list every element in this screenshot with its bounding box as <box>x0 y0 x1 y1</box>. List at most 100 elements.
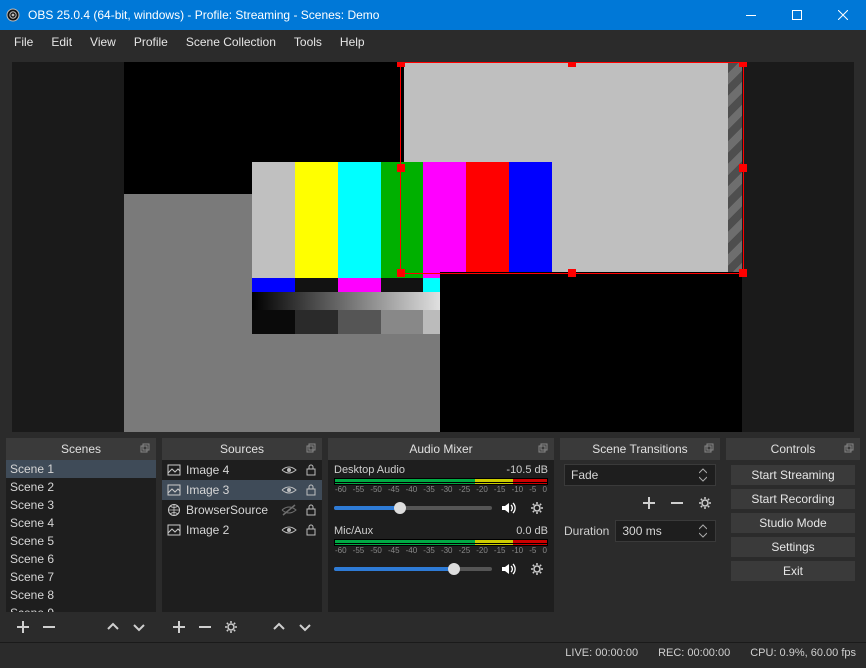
browser-source-icon <box>166 502 182 518</box>
scenes-panel-title: Scenes <box>61 442 101 456</box>
app-icon <box>0 7 26 23</box>
mixer-meter <box>334 478 548 485</box>
preview-canvas[interactable] <box>12 62 854 432</box>
scene-item[interactable]: Scene 8 <box>6 586 156 604</box>
window-close-button[interactable] <box>820 0 866 30</box>
lock-toggle[interactable] <box>302 482 320 498</box>
mixer-channel: Desktop Audio -10.5 dB -60-55-50-45-40-3… <box>328 460 554 521</box>
volume-slider[interactable] <box>334 506 492 510</box>
lock-toggle[interactable] <box>302 502 320 518</box>
menu-scene-collection[interactable]: Scene Collection <box>178 32 284 52</box>
channel-settings-button[interactable] <box>526 558 548 580</box>
lock-toggle[interactable] <box>302 522 320 538</box>
mute-button[interactable] <box>498 558 520 580</box>
scenes-list[interactable]: Scene 1 Scene 2 Scene 3 Scene 4 Scene 5 … <box>6 460 156 612</box>
window-minimize-button[interactable] <box>728 0 774 30</box>
scene-item[interactable]: Scene 7 <box>6 568 156 586</box>
scene-item[interactable]: Scene 2 <box>6 478 156 496</box>
channel-settings-button[interactable] <box>526 497 548 519</box>
move-source-up-button[interactable] <box>268 616 290 638</box>
mixer-channel-name: Desktop Audio <box>334 464 506 476</box>
scene-item[interactable]: Scene 3 <box>6 496 156 514</box>
move-scene-down-button[interactable] <box>128 616 150 638</box>
transitions-panel-title: Scene Transitions <box>592 442 687 456</box>
mixer-meter <box>334 539 548 546</box>
visibility-toggle[interactable] <box>280 502 298 518</box>
menu-edit[interactable]: Edit <box>43 32 80 52</box>
mixer-ticks: -60-55-50-45-40-35-30-25-20-15-10-50 <box>334 546 548 556</box>
image-source-icon <box>166 462 182 478</box>
menu-file[interactable]: File <box>6 32 41 52</box>
source-item[interactable]: Image 3 <box>162 480 322 500</box>
mixer-channel-db: 0.0 dB <box>516 525 548 537</box>
transition-selected: Fade <box>571 468 598 482</box>
scenes-panel-header: Scenes <box>6 438 156 460</box>
start-recording-button[interactable]: Start Recording <box>730 488 856 510</box>
move-scene-up-button[interactable] <box>102 616 124 638</box>
add-transition-button[interactable] <box>638 492 660 514</box>
chevron-down-icon[interactable] <box>697 475 709 483</box>
lock-toggle[interactable] <box>302 462 320 478</box>
studio-mode-button[interactable]: Studio Mode <box>730 512 856 534</box>
controls-panel: Controls Start Streaming Start Recording… <box>726 438 860 642</box>
window-maximize-button[interactable] <box>774 0 820 30</box>
popout-icon[interactable] <box>536 441 550 455</box>
popout-icon[interactable] <box>138 441 152 455</box>
chevron-up-icon[interactable] <box>697 523 709 531</box>
remove-source-button[interactable] <box>194 616 216 638</box>
status-cpu: CPU: 0.9%, 60.00 fps <box>750 647 856 659</box>
transitions-body: Fade Duration 300 ms <box>560 460 720 642</box>
controls-panel-title: Controls <box>771 442 816 456</box>
mixer-channel-db: -10.5 dB <box>506 464 548 476</box>
source-item[interactable]: BrowserSource <box>162 500 322 520</box>
transitions-panel: Scene Transitions Fade Duration 300 ms <box>560 438 720 642</box>
window-titlebar: OBS 25.0.4 (64-bit, windows) - Profile: … <box>0 0 866 30</box>
window-title: OBS 25.0.4 (64-bit, windows) - Profile: … <box>26 8 728 22</box>
move-source-down-button[interactable] <box>294 616 316 638</box>
statusbar: LIVE: 00:00:00 REC: 00:00:00 CPU: 0.9%, … <box>0 642 866 662</box>
scene-item[interactable]: Scene 5 <box>6 532 156 550</box>
status-rec: REC: 00:00:00 <box>658 647 730 659</box>
remove-transition-button[interactable] <box>666 492 688 514</box>
settings-button[interactable]: Settings <box>730 536 856 558</box>
sources-list[interactable]: Image 4 Image 3 BrowserSource Image 2 <box>162 460 322 612</box>
sources-panel-title: Sources <box>220 442 264 456</box>
remove-scene-button[interactable] <box>38 616 60 638</box>
menu-profile[interactable]: Profile <box>126 32 176 52</box>
chevron-down-icon[interactable] <box>697 531 709 539</box>
selection-outline[interactable] <box>400 62 744 274</box>
controls-panel-header: Controls <box>726 438 860 460</box>
visibility-toggle[interactable] <box>280 522 298 538</box>
visibility-toggle[interactable] <box>280 462 298 478</box>
chevron-up-icon[interactable] <box>697 467 709 475</box>
mute-button[interactable] <box>498 497 520 519</box>
transition-select[interactable]: Fade <box>564 464 716 486</box>
scene-item[interactable]: Scene 9 <box>6 604 156 612</box>
sources-panel: Sources Image 4 Image 3 BrowserSource <box>162 438 322 642</box>
source-item[interactable]: Image 2 <box>162 520 322 540</box>
popout-icon[interactable] <box>304 441 318 455</box>
menu-tools[interactable]: Tools <box>286 32 330 52</box>
menu-help[interactable]: Help <box>332 32 373 52</box>
volume-slider[interactable] <box>334 567 492 571</box>
menu-view[interactable]: View <box>82 32 124 52</box>
mixer-ticks: -60-55-50-45-40-35-30-25-20-15-10-50 <box>334 485 548 495</box>
popout-icon[interactable] <box>702 441 716 455</box>
duration-label: Duration <box>564 524 609 538</box>
source-item[interactable]: Image 4 <box>162 460 322 480</box>
duration-input[interactable]: 300 ms <box>615 520 716 542</box>
audio-mixer-panel: Audio Mixer Desktop Audio -10.5 dB -60-5… <box>328 438 554 642</box>
add-source-button[interactable] <box>168 616 190 638</box>
visibility-toggle[interactable] <box>280 482 298 498</box>
transitions-panel-header: Scene Transitions <box>560 438 720 460</box>
exit-button[interactable]: Exit <box>730 560 856 582</box>
scene-item[interactable]: Scene 4 <box>6 514 156 532</box>
popout-icon[interactable] <box>842 441 856 455</box>
scene-item[interactable]: Scene 6 <box>6 550 156 568</box>
source-properties-button[interactable] <box>220 616 242 638</box>
image-source-icon <box>166 522 182 538</box>
start-streaming-button[interactable]: Start Streaming <box>730 464 856 486</box>
scene-item[interactable]: Scene 1 <box>6 460 156 478</box>
add-scene-button[interactable] <box>12 616 34 638</box>
transition-properties-button[interactable] <box>694 492 716 514</box>
